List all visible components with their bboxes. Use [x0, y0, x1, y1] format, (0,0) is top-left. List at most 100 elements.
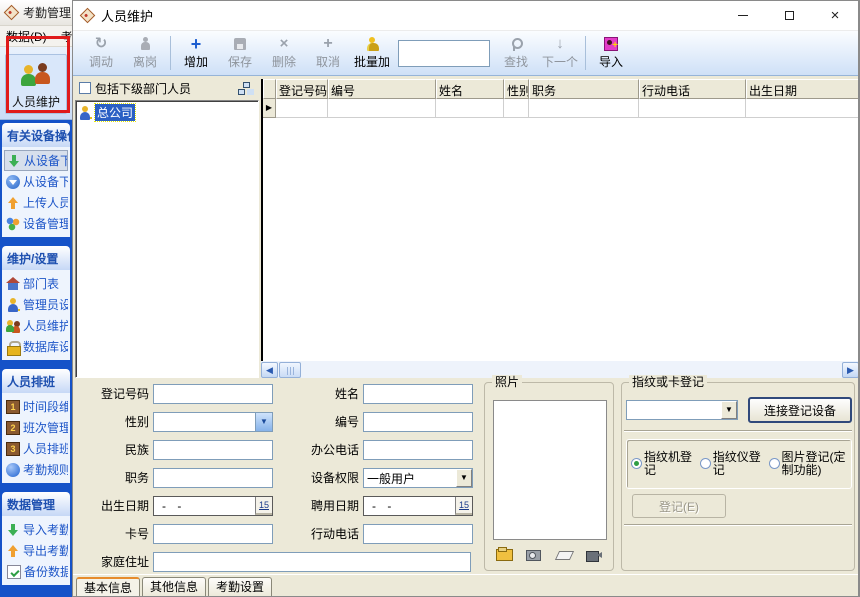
personnel-maintenance-button[interactable]: 人员维护 — [5, 54, 67, 114]
next-arrow-icon: ↓ — [556, 36, 564, 52]
sidebar-item-database-settings[interactable]: 数据库设 — [4, 336, 68, 357]
sidebar-item-personnel-schedule[interactable]: 3人员排班 — [4, 438, 68, 459]
org-chart-icon[interactable] — [238, 82, 253, 95]
section-header-device-ops[interactable]: 有关设备操作 — [2, 123, 70, 147]
radio-photo-registration[interactable]: 图片登记(定制功能) — [769, 451, 847, 477]
register-button[interactable]: 登记(E) — [632, 494, 726, 518]
sidebar-item-import-attendance[interactable]: 导入考勤 — [4, 519, 68, 540]
gender-label: 性别 — [73, 412, 149, 432]
position-input[interactable] — [153, 468, 273, 488]
add-button[interactable]: +增加 — [174, 33, 218, 74]
save-icon — [234, 36, 246, 52]
table-row[interactable]: ▶ — [263, 99, 859, 118]
tree-node-company[interactable]: 总公司 — [78, 104, 256, 121]
calendar-icon[interactable]: 15 — [455, 497, 472, 515]
bottom-tabbar: 基本信息 其他信息 考勤设置 — [73, 574, 859, 597]
scroll-left-button[interactable]: ◀ — [261, 362, 278, 378]
sidebar-item-personnel-maintenance[interactable]: 人员维护 — [4, 315, 68, 336]
reg-no-input[interactable] — [153, 384, 273, 404]
batch-add-button[interactable]: 批量加 — [350, 33, 394, 74]
registration-options-box: 指纹机登记 指纹仪登记 图片登记(定制功能) — [626, 439, 852, 489]
close-button[interactable]: × — [812, 1, 858, 31]
background-window-title: 考勤管理 — [23, 4, 71, 21]
hire-date-field[interactable]: - -15 — [363, 496, 473, 516]
orange-up-arrow-icon — [6, 544, 20, 558]
code-input[interactable] — [363, 412, 473, 432]
scroll-right-button[interactable]: ▶ — [842, 362, 859, 378]
fingerprint-card-group: 指纹或卡登记 ▼ 连接登记设备 指纹机登记 指纹仪登记 — [621, 382, 855, 571]
dialog-titlebar: 人员维护 × — [73, 1, 858, 31]
connect-registration-device-button[interactable]: 连接登记设备 — [748, 397, 852, 423]
sidebar-item-download-1[interactable]: 从设备下 — [4, 150, 68, 171]
ethnicity-input[interactable] — [153, 440, 273, 460]
sidebar-item-department-table[interactable]: 部门表 — [4, 273, 68, 294]
include-sub-departments-checkbox[interactable] — [79, 82, 91, 94]
delete-button[interactable]: ×删除 — [262, 33, 306, 74]
sidebar-item-device-management[interactable]: 设备管理 — [4, 213, 68, 234]
sidebar-section-scheduling: 人员排班 1时间段维 2班次管理 3人员排班 考勤规则 — [2, 369, 70, 483]
column-header-birth-date[interactable]: 出生日期 — [746, 79, 859, 99]
tile-3-icon: 3 — [6, 442, 20, 456]
office-phone-input[interactable] — [363, 440, 473, 460]
registration-device-combobox[interactable]: ▼ — [626, 400, 738, 420]
tab-other-info[interactable]: 其他信息 — [142, 577, 206, 597]
toolbar-separator — [170, 36, 171, 70]
column-header-mobile[interactable]: 行动电话 — [639, 79, 746, 99]
device-privilege-combobox[interactable]: 一般用户▼ — [363, 468, 473, 488]
two-people-icon — [19, 61, 53, 91]
find-next-button[interactable]: ↓下一个 — [538, 33, 582, 74]
open-folder-icon[interactable] — [495, 546, 515, 562]
cancel-button[interactable]: +取消 — [306, 33, 350, 74]
sidebar-item-admin-settings[interactable]: 管理员设 — [4, 294, 68, 315]
sidebar-item-download-2[interactable]: 从设备下 — [4, 171, 68, 192]
chevron-down-icon: ▼ — [721, 401, 737, 419]
mobile-input[interactable] — [363, 524, 473, 544]
tab-attendance-settings[interactable]: 考勤设置 — [208, 577, 272, 597]
birth-date-label: 出生日期 — [73, 496, 149, 516]
delete-icon: × — [280, 36, 289, 52]
background-toolbar: 人员维护 — [0, 47, 72, 120]
maximize-button[interactable] — [766, 1, 812, 31]
menu-attendance[interactable]: 考 — [61, 28, 72, 45]
sidebar-item-export-attendance[interactable]: 导出考勤 — [4, 540, 68, 561]
camera-icon[interactable] — [525, 546, 545, 562]
sidebar-item-attendance-rules[interactable]: 考勤规则 — [4, 459, 68, 480]
grid-horizontal-scrollbar: ◀ ▶ — [261, 361, 859, 378]
column-header-code[interactable]: 编号 — [328, 79, 436, 99]
find-button[interactable]: 查找 — [494, 33, 538, 74]
radio-fingerprint-reader[interactable]: 指纹仪登记 — [700, 451, 765, 477]
card-no-input[interactable] — [153, 524, 273, 544]
minimize-button[interactable] — [720, 1, 766, 31]
lock-icon — [6, 340, 20, 354]
section-header-data-management[interactable]: 数据管理 — [2, 492, 70, 516]
home-address-input[interactable] — [153, 552, 471, 572]
camcorder-icon[interactable] — [585, 546, 605, 562]
search-input[interactable] — [398, 40, 490, 67]
column-header-name[interactable]: 姓名 — [436, 79, 504, 99]
leave-post-button[interactable]: 离岗 — [123, 33, 167, 74]
calendar-icon[interactable]: 15 — [255, 497, 272, 515]
column-header-position[interactable]: 职务 — [529, 79, 639, 99]
tree-node-label: 总公司 — [95, 104, 135, 121]
name-input[interactable] — [363, 384, 473, 404]
hire-date-label: 聘用日期 — [283, 496, 359, 516]
eraser-icon[interactable] — [555, 546, 575, 562]
column-header-reg-no[interactable]: 登记号码 — [276, 79, 328, 99]
transfer-button[interactable]: ↻调动 — [79, 33, 123, 74]
sidebar-item-upload-personnel[interactable]: 上传人员 — [4, 192, 68, 213]
batch-add-icon — [365, 36, 379, 52]
radio-fingerprint-machine[interactable]: 指纹机登记 — [631, 451, 696, 477]
scrollbar-thumb[interactable] — [279, 362, 301, 378]
sidebar-item-timeperiod[interactable]: 1时间段维 — [4, 396, 68, 417]
sidebar-item-shift-management[interactable]: 2班次管理 — [4, 417, 68, 438]
gender-combobox[interactable]: ▼ — [153, 412, 273, 432]
birth-date-field[interactable]: - -15 — [153, 496, 273, 516]
sidebar-item-backup-data[interactable]: 备份数据 — [4, 561, 68, 582]
save-button[interactable]: 保存 — [218, 33, 262, 74]
import-button[interactable]: 导入 — [589, 33, 633, 74]
column-header-gender[interactable]: 性别 — [504, 79, 529, 99]
tab-basic-info[interactable]: 基本信息 — [76, 577, 140, 597]
menu-data[interactable]: 数据(D) — [6, 28, 47, 45]
section-header-maintenance[interactable]: 维护/设置 — [2, 246, 70, 270]
section-header-scheduling[interactable]: 人员排班 — [2, 369, 70, 393]
